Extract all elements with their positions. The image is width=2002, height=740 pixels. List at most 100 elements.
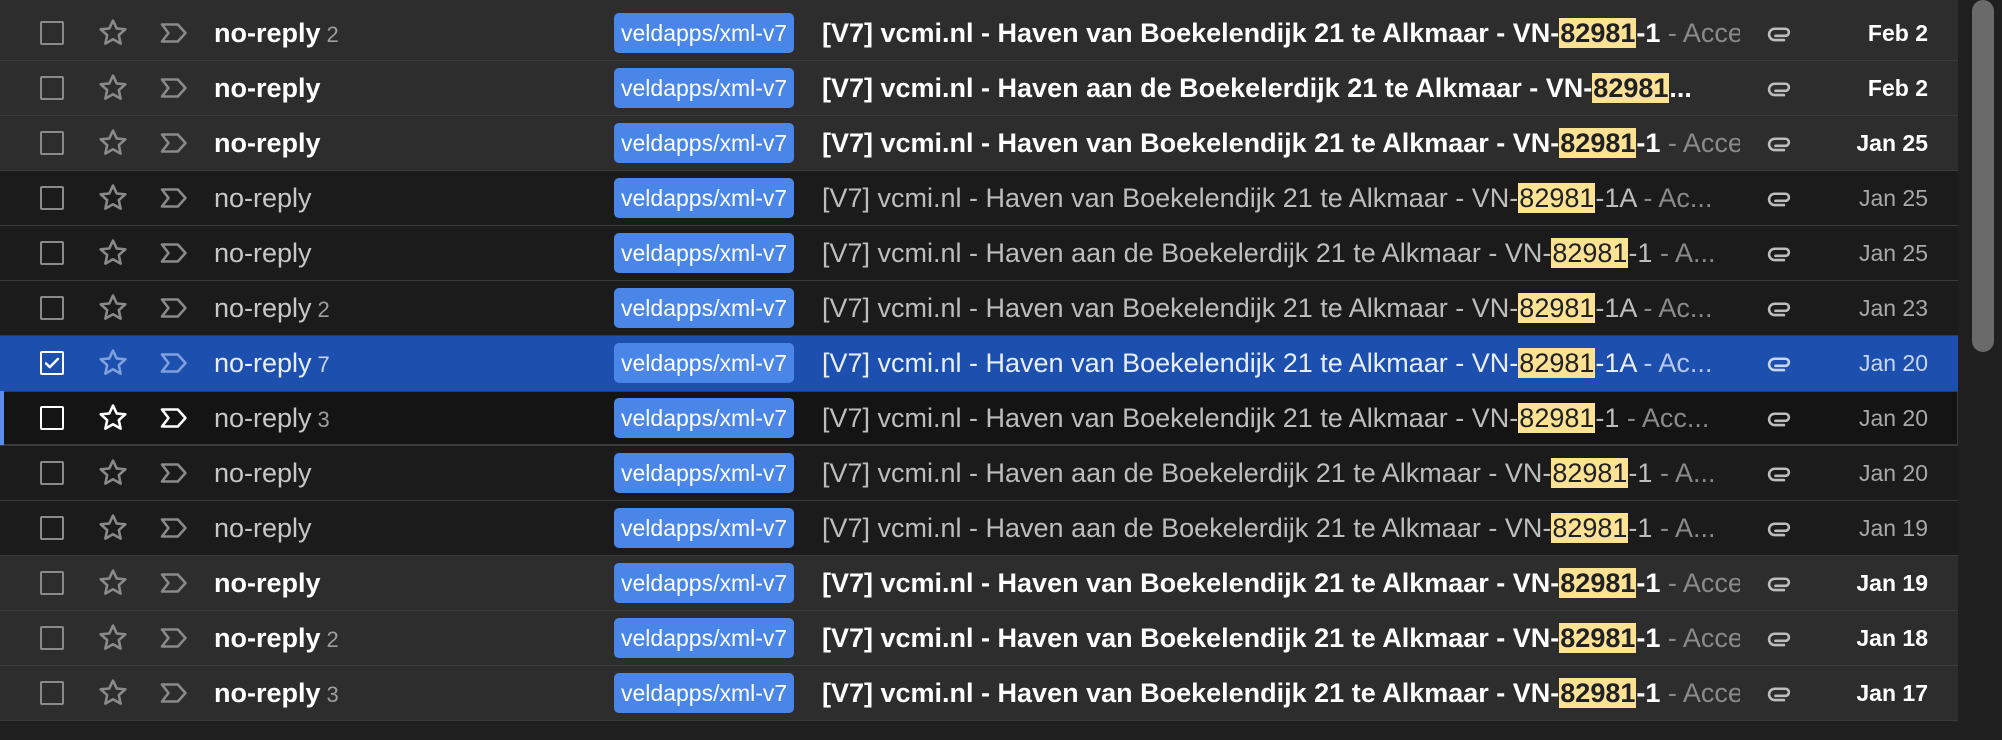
- star-icon[interactable]: [96, 236, 130, 270]
- subject-text: [V7] vcmi.nl - Haven van Boekelendijk 21…: [822, 293, 1519, 323]
- paperclip-icon[interactable]: [1762, 346, 1796, 380]
- email-row[interactable]: no-reply 7 veldapps/xml-v7 [V7] vcmi.nl - H…: [0, 336, 1958, 391]
- label-chip[interactable]: veldapps/xml-v7: [614, 13, 795, 53]
- importance-marker-icon[interactable]: [157, 401, 191, 435]
- importance-marker-icon[interactable]: [157, 236, 191, 270]
- paperclip-icon[interactable]: [1762, 126, 1796, 160]
- email-row[interactable]: no-reply 3 veldapps/xml-v7 [V7] vcmi.nl - H…: [0, 666, 1958, 721]
- scrollbar-thumb[interactable]: [1972, 0, 1994, 352]
- email-row[interactable]: no-reply veldapps/xml-v7 [V7] vcmi.nl - Ha…: [0, 61, 1958, 116]
- importance-marker-icon[interactable]: [157, 126, 191, 160]
- importance-marker-icon[interactable]: [157, 181, 191, 215]
- subject-text: [V7] vcmi.nl - Haven aan de Boekelerdijk…: [822, 238, 1552, 268]
- star-icon[interactable]: [96, 346, 130, 380]
- label-chip[interactable]: veldapps/xml-v7: [614, 233, 795, 273]
- email-row[interactable]: no-reply 2 veldapps/xml-v7 [V7] vcmi.nl - H…: [0, 6, 1958, 61]
- email-row[interactable]: no-reply veldapps/xml-v7 [V7] vcmi.nl - Ha…: [0, 226, 1958, 281]
- importance-marker-icon[interactable]: [157, 71, 191, 105]
- star-icon[interactable]: [96, 16, 130, 50]
- paperclip-icon[interactable]: [1762, 236, 1796, 270]
- importance-marker-icon[interactable]: [157, 346, 191, 380]
- email-row[interactable]: no-reply 2 veldapps/xml-v7 [V7] vcmi.nl - H…: [0, 281, 1958, 336]
- subject-suffix: -1: [1636, 623, 1661, 653]
- checkbox[interactable]: [40, 681, 64, 705]
- sender-text: no-reply: [214, 568, 321, 598]
- date-text: Jan 19: [1856, 570, 1928, 596]
- checkbox[interactable]: [40, 516, 64, 540]
- thread-count: 3: [326, 682, 339, 707]
- label-chip[interactable]: veldapps/xml-v7: [614, 563, 795, 603]
- checkbox[interactable]: [40, 76, 64, 100]
- snippet-text: - A...: [1652, 513, 1716, 543]
- paperclip-icon[interactable]: [1762, 621, 1796, 655]
- importance-marker-icon[interactable]: [157, 511, 191, 545]
- snippet-text: - Ac...: [1635, 183, 1713, 213]
- label-chip[interactable]: veldapps/xml-v7: [614, 398, 795, 438]
- label-chip[interactable]: veldapps/xml-v7: [614, 178, 795, 218]
- importance-marker-icon[interactable]: [157, 621, 191, 655]
- star-icon[interactable]: [96, 126, 130, 160]
- importance-marker-icon[interactable]: [157, 16, 191, 50]
- sender-text: no-reply: [214, 18, 321, 48]
- checkbox[interactable]: [40, 626, 64, 650]
- paperclip-icon[interactable]: [1762, 181, 1796, 215]
- paperclip-icon[interactable]: [1762, 511, 1796, 545]
- snippet-text: - Acc...: [1619, 403, 1710, 433]
- label-chip[interactable]: veldapps/xml-v7: [614, 123, 795, 163]
- star-icon[interactable]: [96, 71, 130, 105]
- subject-suffix: ...: [1669, 73, 1692, 103]
- label-chip[interactable]: veldapps/xml-v7: [614, 618, 795, 658]
- search-highlight: 82981: [1559, 678, 1637, 708]
- importance-marker-icon[interactable]: [157, 566, 191, 600]
- sender-name: no-reply 2: [214, 293, 330, 324]
- star-icon[interactable]: [96, 676, 130, 710]
- sender-text: no-reply: [214, 403, 312, 433]
- star-icon[interactable]: [96, 181, 130, 215]
- date-text: Jan 25: [1856, 130, 1928, 156]
- email-row[interactable]: no-reply 3 veldapps/xml-v7 [V7] vcmi.nl - H…: [0, 391, 1958, 446]
- label-chip[interactable]: veldapps/xml-v7: [614, 453, 795, 493]
- label-chip[interactable]: veldapps/xml-v7: [614, 288, 795, 328]
- paperclip-icon[interactable]: [1762, 566, 1796, 600]
- label-chip[interactable]: veldapps/xml-v7: [614, 68, 795, 108]
- importance-marker-icon[interactable]: [157, 676, 191, 710]
- checkbox[interactable]: [40, 296, 64, 320]
- importance-marker-icon[interactable]: [157, 456, 191, 490]
- checkbox[interactable]: [40, 186, 64, 210]
- sender-text: no-reply: [214, 238, 312, 268]
- star-icon[interactable]: [96, 291, 130, 325]
- paperclip-icon[interactable]: [1762, 456, 1796, 490]
- email-row[interactable]: no-reply veldapps/xml-v7 [V7] vcmi.nl - Ha…: [0, 501, 1958, 556]
- email-row[interactable]: no-reply veldapps/xml-v7 [V7] vcmi.nl - Ha…: [0, 556, 1958, 611]
- star-icon[interactable]: [96, 566, 130, 600]
- checkmark-icon: [44, 357, 60, 369]
- sender-name: no-reply: [214, 183, 312, 214]
- email-row[interactable]: no-reply 2 veldapps/xml-v7 [V7] vcmi.nl - H…: [0, 611, 1958, 666]
- paperclip-icon[interactable]: [1762, 291, 1796, 325]
- paperclip-icon[interactable]: [1762, 71, 1796, 105]
- star-icon[interactable]: [96, 456, 130, 490]
- email-row[interactable]: no-reply veldapps/xml-v7 [V7] vcmi.nl - Ha…: [0, 116, 1958, 171]
- checkbox[interactable]: [40, 351, 64, 375]
- email-row[interactable]: no-reply veldapps/xml-v7 [V7] vcmi.nl - Ha…: [0, 171, 1958, 226]
- checkbox[interactable]: [40, 461, 64, 485]
- importance-marker-icon[interactable]: [157, 291, 191, 325]
- snippet-text: - Accepted: [1667, 568, 1740, 598]
- checkbox[interactable]: [40, 406, 64, 430]
- star-icon[interactable]: [96, 511, 130, 545]
- checkbox[interactable]: [40, 131, 64, 155]
- subject-text: [V7] vcmi.nl - Haven van Boekelendijk 21…: [822, 348, 1519, 378]
- checkbox[interactable]: [40, 21, 64, 45]
- label-chip[interactable]: veldapps/xml-v7: [614, 343, 795, 383]
- checkbox[interactable]: [40, 571, 64, 595]
- checkbox[interactable]: [40, 241, 64, 265]
- sender-text: no-reply: [214, 183, 312, 213]
- star-icon[interactable]: [96, 401, 130, 435]
- label-chip[interactable]: veldapps/xml-v7: [614, 508, 795, 548]
- label-chip[interactable]: veldapps/xml-v7: [614, 673, 795, 713]
- paperclip-icon[interactable]: [1762, 401, 1796, 435]
- star-icon[interactable]: [96, 621, 130, 655]
- paperclip-icon[interactable]: [1762, 16, 1796, 50]
- paperclip-icon[interactable]: [1762, 676, 1796, 710]
- email-row[interactable]: no-reply veldapps/xml-v7 [V7] vcmi.nl - Ha…: [0, 446, 1958, 501]
